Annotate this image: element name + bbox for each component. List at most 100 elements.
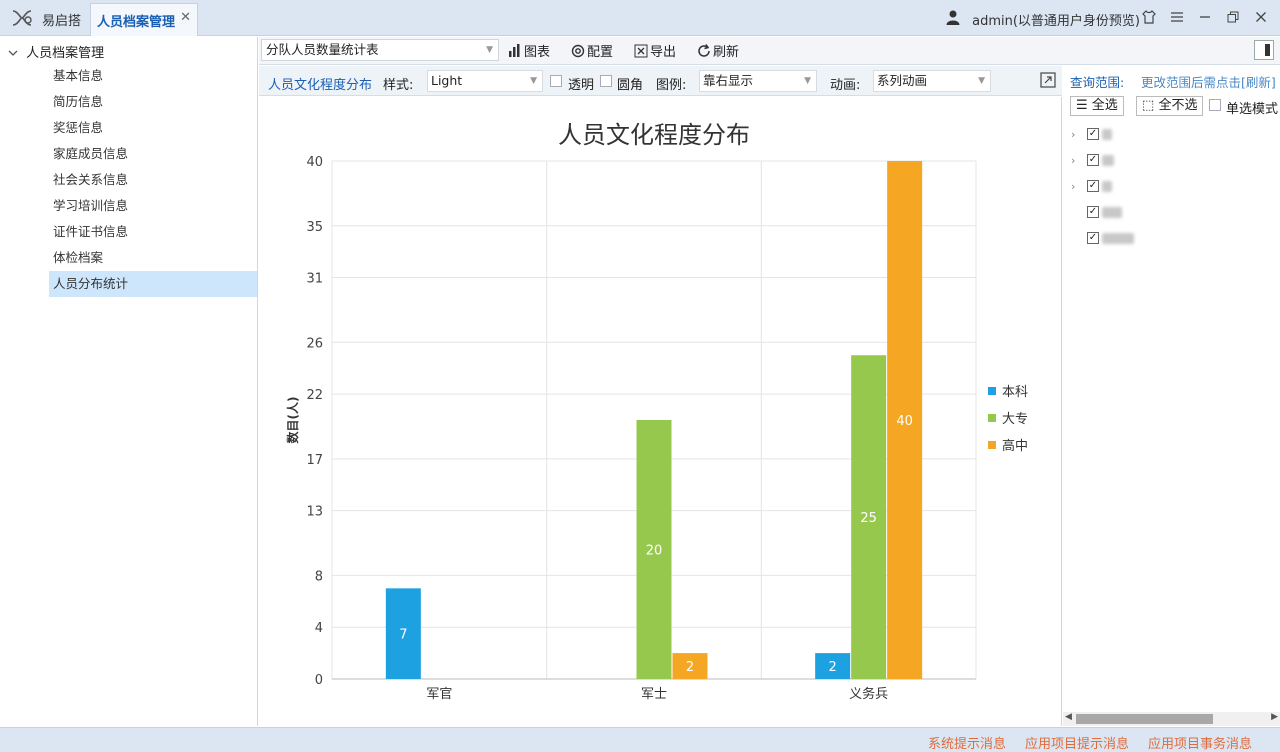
scope-tree-row[interactable]: ✓	[1071, 202, 1122, 222]
tab-close-icon[interactable]: ✕	[180, 10, 191, 25]
chart-button[interactable]: 图表	[508, 41, 550, 60]
y-tick-label: 40	[306, 155, 323, 170]
y-tick-label: 26	[306, 336, 323, 351]
round-corner-label: 圆角	[617, 78, 644, 93]
expand-icon[interactable]	[1040, 72, 1056, 88]
scrollbar-thumb[interactable]	[1076, 714, 1213, 724]
user-label[interactable]: admin(以普通用户身份预览)	[972, 10, 1140, 29]
checkbox-checked-icon[interactable]: ✓	[1087, 154, 1099, 166]
scroll-right-icon[interactable]: ▶	[1271, 712, 1278, 722]
checkbox-checked-icon[interactable]: ✓	[1087, 206, 1099, 218]
round-corner-checkbox[interactable]	[600, 75, 612, 87]
chevron-down-icon[interactable]	[8, 46, 22, 61]
y-tick-label: 17	[306, 453, 323, 468]
checkbox-checked-icon[interactable]: ✓	[1087, 180, 1099, 192]
scope-tree-row[interactable]: ✓	[1071, 228, 1134, 248]
chevron-right-icon[interactable]: ›	[1071, 180, 1087, 193]
sidebar-item-health[interactable]: 体检档案	[49, 245, 257, 271]
restore-icon[interactable]	[1226, 9, 1240, 25]
x-tick-label: 义务兵	[849, 686, 888, 702]
bar-data-label: 25	[860, 511, 877, 526]
sidebar-item-rewards[interactable]: 奖惩信息	[49, 115, 257, 141]
bar-data-label: 40	[896, 414, 913, 429]
y-tick-label: 22	[306, 388, 323, 403]
legend-select[interactable]: 靠右显示 ▼	[699, 70, 817, 92]
style-select-value: Light	[431, 73, 463, 88]
legend-swatch	[988, 387, 996, 395]
bar-data-label: 2	[829, 660, 837, 675]
single-mode-checkbox[interactable]	[1209, 99, 1221, 111]
single-mode-label: 单选模式	[1226, 102, 1279, 117]
horizontal-scrollbar[interactable]: ◀ ▶	[1063, 712, 1280, 726]
export-button[interactable]: 导出	[634, 41, 676, 60]
style-select[interactable]: Light ▼	[427, 70, 543, 92]
sidebar-item-training[interactable]: 学习培训信息	[49, 193, 257, 219]
report-select[interactable]: 分队人员数量统计表 ▼	[261, 39, 499, 61]
legend-label: 图例:	[656, 78, 687, 93]
chart-options-bar: 人员文化程度分布 样式: Light ▼ 透明 圆角 图例: 靠右显示 ▼ 动画…	[259, 66, 1062, 96]
chevron-right-icon[interactable]: ›	[1071, 154, 1087, 167]
y-tick-label: 0	[315, 673, 323, 688]
report-toolbar: 分队人员数量统计表 ▼ 图表 配置 导出 刷新	[259, 37, 1280, 65]
query-scope-panel: 查询范围: 更改范围后需点击[刷新] ☰ 全选 ⬚ 全不选 单选模式 › ✓ ›…	[1063, 66, 1280, 726]
bar-data-label: 20	[646, 544, 663, 559]
x-tick-label: 军士	[641, 687, 667, 702]
legend-swatch	[988, 414, 996, 422]
config-button[interactable]: 配置	[571, 41, 613, 60]
checkbox-checked-icon[interactable]: ✓	[1087, 128, 1099, 140]
sidebar-item-distribution[interactable]: 人员分布统计	[49, 271, 257, 297]
checkbox-checked-icon[interactable]: ✓	[1087, 232, 1099, 244]
system-message-link[interactable]: 系统提示消息	[928, 733, 1006, 752]
chevron-down-icon: ▼	[978, 76, 985, 86]
config-button-label: 配置	[587, 45, 614, 60]
app-logo-icon	[12, 10, 32, 26]
legend-label: 高中	[1002, 438, 1028, 454]
chevron-down-icon: ▼	[530, 76, 537, 86]
tab-personnel-archive[interactable]: 人员档案管理 ✕	[90, 3, 198, 36]
select-none-button[interactable]: ⬚ 全不选	[1136, 96, 1204, 116]
menu-icon[interactable]	[1170, 9, 1184, 25]
sidebar-item-basic-info[interactable]: 基本信息	[49, 63, 257, 89]
redacted-text	[1102, 154, 1114, 166]
refresh-button-label: 刷新	[713, 45, 740, 60]
project-message-link[interactable]: 应用项目提示消息	[1025, 733, 1129, 752]
close-icon[interactable]	[1254, 9, 1268, 25]
skin-icon[interactable]	[1142, 9, 1156, 25]
transparent-checkbox[interactable]	[550, 75, 562, 87]
animation-select-value: 系列动画	[877, 73, 928, 88]
select-all-button[interactable]: ☰ 全选	[1070, 96, 1124, 116]
legend-label: 本科	[1002, 385, 1028, 400]
scroll-left-icon[interactable]: ◀	[1065, 712, 1072, 722]
select-none-label: 全不选	[1158, 98, 1198, 113]
bar-data-label: 2	[686, 660, 694, 675]
legend-label: 大专	[1002, 412, 1028, 427]
deselect-icon: ⬚	[1142, 98, 1155, 113]
animation-label: 动画:	[830, 78, 861, 93]
chevron-down-icon: ▼	[486, 45, 493, 55]
bar-chart: 人员文化程度分布04813172226313540军官 军士 义务兵数目(人)720…	[285, 121, 1028, 702]
chart-button-label: 图表	[524, 45, 551, 60]
refresh-button[interactable]: 刷新	[697, 41, 739, 60]
sidebar-item-social[interactable]: 社会关系信息	[49, 167, 257, 193]
project-task-link[interactable]: 应用项目事务消息	[1148, 733, 1252, 752]
sidebar-tree: 人员档案管理 基本信息 简历信息 奖惩信息 家庭成员信息 社会关系信息 学习培训…	[0, 37, 258, 726]
select-all-label: 全选	[1091, 98, 1118, 113]
scope-tree-row[interactable]: › ✓	[1071, 124, 1112, 144]
panel-toggle-icon[interactable]	[1254, 40, 1274, 60]
redacted-text	[1102, 206, 1122, 218]
scope-tree-row[interactable]: › ✓	[1071, 150, 1114, 170]
chevron-right-icon[interactable]: ›	[1071, 128, 1087, 141]
y-tick-label: 31	[306, 272, 323, 287]
sidebar-item-resume[interactable]: 简历信息	[49, 89, 257, 115]
redacted-text	[1102, 128, 1112, 140]
sidebar-item-certificates[interactable]: 证件证书信息	[49, 219, 257, 245]
legend-swatch	[988, 441, 996, 449]
tree-root[interactable]: 人员档案管理	[8, 42, 104, 61]
scope-tree-row[interactable]: › ✓	[1071, 176, 1112, 196]
animation-select[interactable]: 系列动画 ▼	[873, 70, 991, 92]
status-bar: 系统提示消息 应用项目提示消息 应用项目事务消息	[0, 727, 1280, 752]
gear-icon	[571, 44, 585, 57]
minimize-icon[interactable]	[1198, 9, 1212, 25]
sidebar-item-family[interactable]: 家庭成员信息	[49, 141, 257, 167]
list-check-icon: ☰	[1076, 98, 1088, 113]
